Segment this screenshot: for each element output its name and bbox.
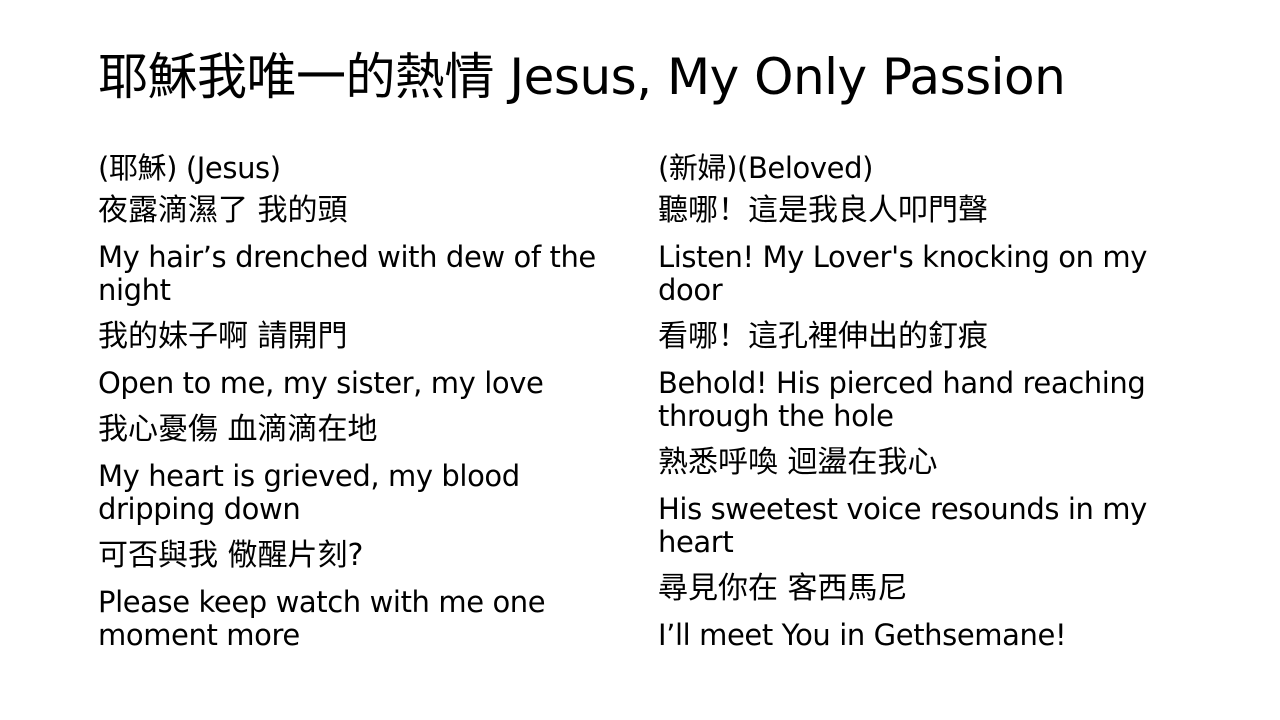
lyric-line: I’ll meet You in Gethsemane! — [658, 618, 1067, 652]
lyric-line: My hair’s drenched with dew of the night — [98, 240, 596, 307]
slide-title: 耶穌我唯一的熱情 Jesus, My Only Passion — [98, 48, 1066, 106]
slide: 耶穌我唯一的熱情 Jesus, My Only Passion (耶穌) (Je… — [0, 0, 1280, 720]
lyric-line: Behold! His pierced hand reaching throug… — [658, 366, 1146, 433]
lyric-line: 夜露滴濕了 我的頭 — [98, 193, 348, 228]
lyric-line: 可否與我 儆醒片刻? — [98, 538, 364, 573]
lyric-line: 尋見你在 客西馬尼 — [658, 571, 908, 606]
lyric-line: His sweetest voice resounds in my heart — [658, 492, 1147, 559]
lyric-line: 聽哪！這是我良人叩門聲 — [658, 193, 988, 228]
lyric-line: 看哪！這孔裡伸出的釘痕 — [658, 319, 988, 354]
lyric-line: 我的妹子啊 請開門 — [98, 319, 348, 354]
lyric-line: 我心憂傷 血滴滴在地 — [98, 412, 378, 447]
beloved-heading: (新婦)(Beloved) — [658, 151, 874, 185]
jesus-column: (耶穌) (Jesus) 夜露滴濕了 我的頭 My hair’s drenche… — [98, 150, 618, 665]
lyric-line: Open to me, my sister, my love — [98, 366, 544, 400]
lyric-line: My heart is grieved, my blood dripping d… — [98, 459, 520, 526]
lyric-line: Please keep watch with me one moment mor… — [98, 585, 546, 652]
lyric-line: 熟悉呼喚 迴盪在我心 — [658, 445, 938, 480]
jesus-heading: (耶穌) (Jesus) — [98, 151, 281, 185]
beloved-column: (新婦)(Beloved) 聽哪！這是我良人叩門聲 Listen! My Lov… — [658, 150, 1178, 665]
lyric-line: Listen! My Lover's knocking on my door — [658, 240, 1148, 307]
